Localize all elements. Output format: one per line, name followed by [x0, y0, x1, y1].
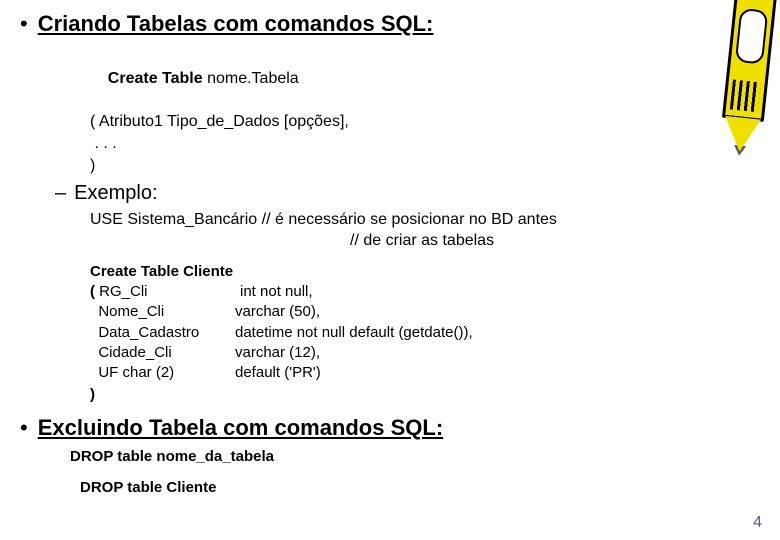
use-line-1: USE Sistema_Bancário // é necessário se …	[90, 210, 750, 231]
code-close-paren: )	[90, 385, 750, 405]
crayon-label	[735, 8, 768, 65]
code-row: Nome_Cli varchar (50),	[90, 302, 750, 322]
use-statement: USE Sistema_Bancário // é necessário se …	[90, 210, 750, 252]
syntax-line-4: )	[90, 155, 750, 177]
example-label: Exemplo:	[74, 180, 157, 206]
section-1-heading: • Criando Tabelas com comandos SQL:	[20, 10, 750, 39]
section-2-heading: • Excluindo Tabela com comandos SQL:	[20, 414, 750, 443]
crayon-tip	[722, 116, 761, 154]
code-row: Data_Cadastro datetime not null default …	[90, 323, 750, 343]
bullet-icon: •	[20, 10, 28, 39]
code-col1: Cidade_Cli	[90, 343, 235, 363]
section-2-title: Excluindo Tabela com comandos SQL:	[38, 414, 443, 443]
example-heading: – Exemplo:	[55, 180, 750, 206]
code-col1: UF char (2)	[90, 363, 235, 383]
crayon-body	[722, 0, 777, 122]
code-row: Cidade_Cli varchar (12),	[90, 343, 750, 363]
code-col1: Nome_Cli	[90, 302, 235, 322]
drop-example: DROP table Cliente	[80, 479, 750, 496]
syntax-line-3: . . .	[90, 133, 750, 155]
code-col2: default ('PR')	[235, 363, 321, 383]
code-row: UF char (2) default ('PR')	[90, 363, 750, 383]
syntax-keyword: Create Table	[108, 70, 203, 87]
syntax-line-2: ( Atributo1 Tipo_de_Dados [opções],	[90, 111, 750, 133]
code-col2: varchar (50),	[235, 302, 320, 322]
create-table-code: Create Table Cliente ( RG_Cli int not nu…	[90, 262, 750, 406]
create-table-syntax: Create Table nome.Tabela ( Atributo1 Tip…	[90, 47, 750, 177]
code-col1: Data_Cadastro	[90, 323, 235, 343]
syntax-rest: nome.Tabela	[203, 70, 299, 87]
syntax-line-1: Create Table nome.Tabela	[90, 47, 750, 112]
code-header: Create Table Cliente	[90, 262, 750, 282]
code-col2: datetime not null default (getdate()),	[235, 323, 473, 343]
bullet-icon: •	[20, 414, 28, 443]
page-number: 4	[753, 514, 762, 532]
use-line-2: // de criar as tabelas	[350, 231, 750, 252]
drop-syntax: DROP table nome_da_tabela	[70, 448, 750, 465]
code-col2: int not null,	[240, 282, 313, 302]
code-col2: varchar (12),	[235, 343, 320, 363]
code-col1: RG_Cli	[95, 282, 240, 302]
code-row: ( RG_Cli int not null,	[90, 282, 750, 302]
crayon-stripes	[730, 80, 761, 113]
dash-icon: –	[55, 180, 66, 206]
section-1-title: Criando Tabelas com comandos SQL:	[38, 10, 434, 39]
